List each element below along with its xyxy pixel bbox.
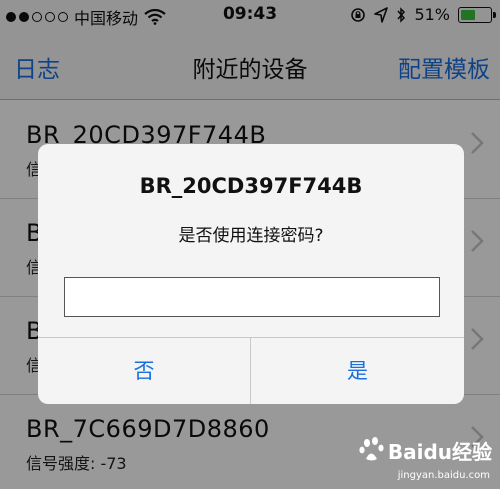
watermark-url: jingyan.baidu.com	[397, 470, 490, 481]
password-alert-dialog: BR_20CD397F744B 是否使用连接密码? 否 是	[38, 144, 464, 404]
no-button[interactable]: 否	[38, 338, 251, 404]
alert-title: BR_20CD397F744B	[139, 174, 363, 198]
alert-message: 是否使用连接密码?	[178, 226, 324, 246]
baidu-paw-logo	[359, 437, 384, 461]
yes-button[interactable]: 是	[251, 338, 464, 404]
watermark-text: Baidu经验	[387, 439, 492, 464]
password-input[interactable]	[64, 277, 440, 317]
baidu-watermark: Baidu经验	[358, 435, 492, 465]
